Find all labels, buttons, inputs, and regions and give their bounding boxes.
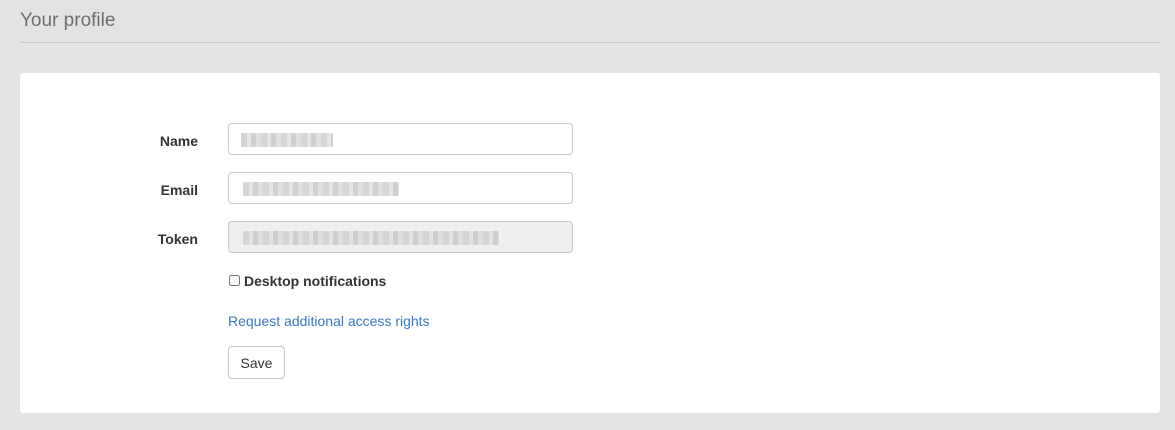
name-field[interactable]: [229, 124, 572, 154]
save-button[interactable]: Save: [228, 346, 285, 379]
title-divider: [20, 42, 1160, 43]
request-access-link[interactable]: Request additional access rights: [228, 313, 430, 329]
name-field-wrapper: [228, 123, 573, 155]
token-label: Token: [157, 231, 198, 247]
email-field[interactable]: [229, 173, 572, 203]
email-label: Email: [160, 182, 198, 198]
desktop-notifications-label[interactable]: Desktop notifications: [244, 273, 386, 289]
desktop-notifications-checkbox[interactable]: [229, 275, 240, 286]
email-field-wrapper: [228, 172, 573, 204]
profile-card: Name Email Token Desktop notifications R…: [20, 73, 1160, 413]
page-title: Your profile: [20, 10, 116, 31]
token-field[interactable]: [229, 222, 572, 252]
name-label: Name: [159, 133, 198, 149]
token-field-wrapper: [228, 221, 573, 253]
